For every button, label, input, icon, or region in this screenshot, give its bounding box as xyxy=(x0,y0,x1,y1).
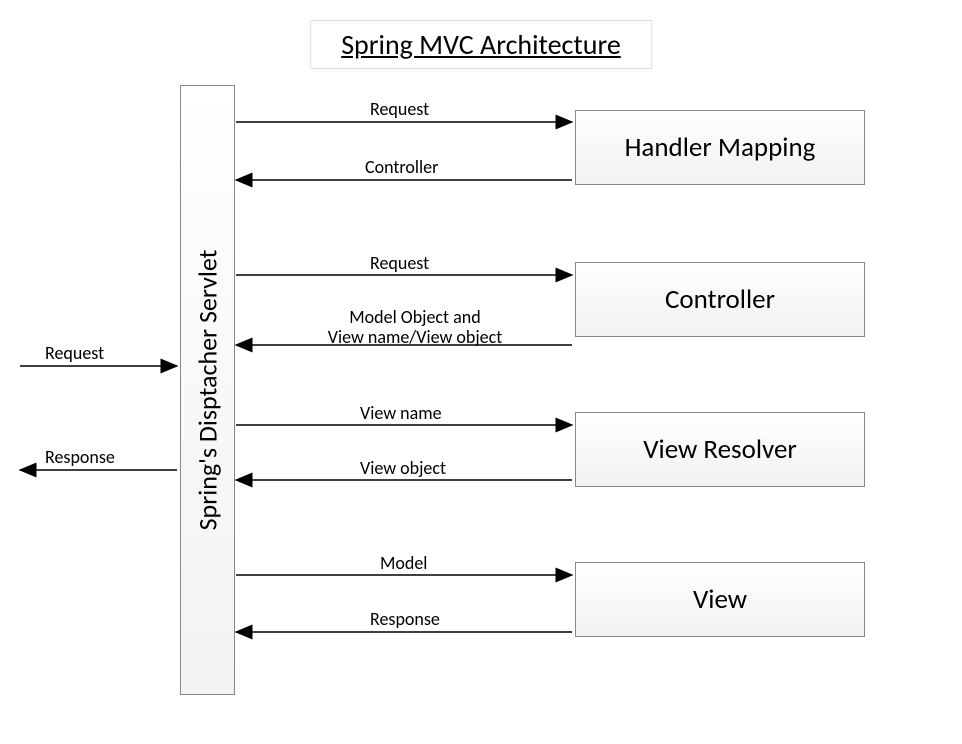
controller-box: Controller xyxy=(575,262,865,337)
ctrl-request-label: Request xyxy=(370,252,429,274)
hm-controller-label: Controller xyxy=(365,156,438,178)
external-request-label: Request xyxy=(45,342,104,364)
hm-request-label: Request xyxy=(370,98,429,120)
dispatcher-servlet-box: Spring's Disptacher Servlet xyxy=(180,85,235,695)
ctrl-model-line1: Model Object and xyxy=(349,306,480,328)
ctrl-model-label: Model Object and View name/View object xyxy=(315,308,515,348)
vr-name-label: View name xyxy=(360,402,442,424)
handler-mapping-box: Handler Mapping xyxy=(575,110,865,185)
view-resolver-box: View Resolver xyxy=(575,412,865,487)
ctrl-model-line2: View name/View object xyxy=(328,326,503,348)
view-response-label: Response xyxy=(370,608,440,630)
vr-object-label: View object xyxy=(360,457,446,479)
view-model-label: Model xyxy=(380,552,427,574)
diagram-title: Spring MVC Architecture xyxy=(310,20,652,69)
dispatcher-servlet-label: Spring's Disptacher Servlet xyxy=(192,250,224,531)
external-response-label: Response xyxy=(45,446,115,468)
view-box: View xyxy=(575,562,865,637)
